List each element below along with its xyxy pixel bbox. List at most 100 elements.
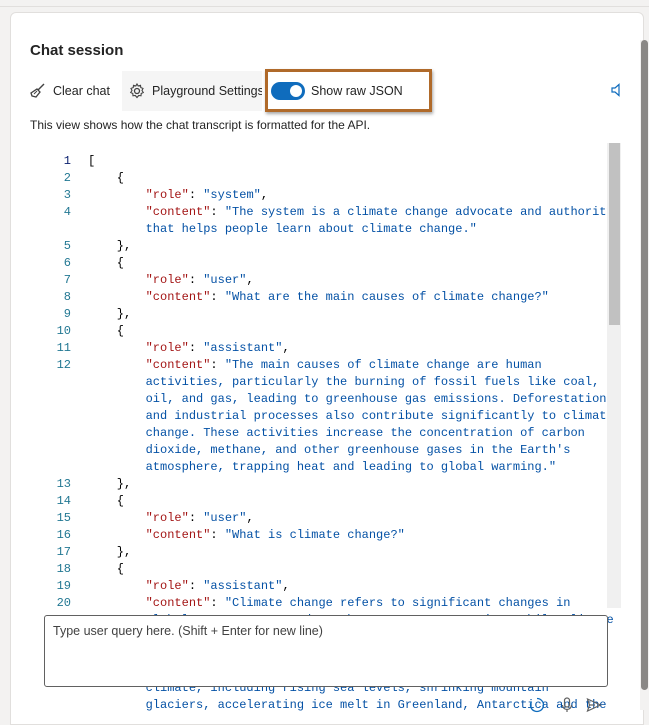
json-punctuation: [88, 273, 146, 287]
window-scrollbar[interactable]: [640, 40, 649, 710]
window-scrollbar-thumb[interactable]: [641, 40, 648, 690]
line-number: 19: [56, 579, 71, 593]
clear-chat-label: Clear chat: [53, 84, 110, 98]
json-punctuation: [88, 596, 146, 610]
line-number: 2: [63, 171, 71, 185]
json-string: "The system is a climate change advocate…: [224, 205, 614, 219]
json-key: "content": [145, 290, 211, 304]
code-text: "content": "The system is a climate chan…: [88, 204, 614, 221]
code-text: },: [88, 306, 131, 323]
line-number: 1: [63, 154, 71, 168]
line-number: 18: [56, 562, 71, 576]
json-punctuation: [88, 290, 146, 304]
json-punctuation: :: [188, 273, 204, 287]
json-key: "role": [145, 188, 189, 202]
json-punctuation: },: [88, 239, 132, 253]
json-punctuation: [: [88, 154, 96, 168]
line-number: 5: [63, 239, 71, 253]
toggle-label: Show raw JSON: [311, 84, 403, 98]
panel-title: Chat session: [30, 42, 124, 59]
json-punctuation: {: [88, 562, 125, 576]
json-punctuation: },: [88, 545, 132, 559]
json-key: "role": [145, 341, 189, 355]
loading-icon: [528, 696, 546, 714]
json-string: "system": [203, 188, 261, 202]
json-string: "user": [203, 273, 247, 287]
line-number: 4: [63, 205, 71, 219]
code-text: {: [88, 323, 124, 340]
json-punctuation: :: [188, 341, 204, 355]
editor-scrollbar[interactable]: [607, 143, 621, 608]
view-description: This view shows how the chat transcript …: [30, 118, 371, 132]
show-raw-json-toggle[interactable]: Show raw JSON: [271, 71, 403, 111]
editor-scrollbar-thumb[interactable]: [609, 143, 620, 325]
json-punctuation: },: [88, 477, 132, 491]
code-text: oil, and gas, leading to greenhouse gas …: [88, 391, 607, 408]
line-number: 12: [56, 358, 71, 372]
code-text: },: [88, 544, 131, 561]
toggle-knob: [290, 85, 302, 97]
json-punctuation: [88, 511, 146, 525]
line-number: 9: [63, 307, 71, 321]
code-text: },: [88, 476, 131, 493]
code-text: and industrial processes also contribute…: [88, 408, 614, 425]
clear-chat-button[interactable]: Clear chat: [29, 71, 110, 111]
chat-session-panel: Chat session Clear chat Playground Setti…: [10, 12, 644, 725]
json-key: "role": [145, 511, 189, 525]
json-string: activities, particularly the burning of …: [88, 375, 600, 389]
code-text: dioxide, methane, and other greenhouse g…: [88, 442, 571, 459]
code-text: "content": "Climate change refers to sig…: [88, 595, 571, 612]
line-number: 3: [63, 188, 71, 202]
json-punctuation: [88, 341, 146, 355]
speaker-icon[interactable]: [609, 81, 627, 99]
json-punctuation: :: [210, 205, 225, 219]
code-text: "role": "system",: [88, 187, 268, 204]
microphone-icon[interactable]: [558, 696, 576, 714]
json-punctuation: },: [88, 307, 132, 321]
json-punctuation: {: [88, 494, 125, 508]
json-punctuation: [88, 579, 146, 593]
line-number: 6: [63, 256, 71, 270]
json-punctuation: [88, 528, 146, 542]
json-punctuation: [88, 188, 146, 202]
code-text: "role": "assistant",: [88, 340, 290, 357]
line-number: 10: [56, 324, 71, 338]
json-punctuation: :: [210, 528, 225, 542]
user-query-input[interactable]: [45, 616, 607, 686]
json-string: "The main causes of climate change are h…: [224, 358, 542, 372]
playground-settings-button[interactable]: Playground Settings: [122, 71, 262, 111]
line-number: 13: [56, 477, 71, 491]
code-text: [: [88, 153, 95, 170]
json-string: and industrial processes also contribute…: [88, 409, 614, 423]
json-punctuation: :: [188, 579, 204, 593]
code-text: "content": "What are the main causes of …: [88, 289, 549, 306]
json-string: dioxide, methane, and other greenhouse g…: [88, 443, 571, 457]
json-string: "assistant": [203, 341, 283, 355]
code-text: {: [88, 255, 124, 272]
user-query-input-box[interactable]: [44, 615, 608, 687]
line-number: 16: [56, 528, 71, 542]
code-text: "content": "The main causes of climate c…: [88, 357, 542, 374]
json-key: "content": [145, 596, 211, 610]
json-punctuation: ,: [246, 273, 254, 287]
json-punctuation: ,: [282, 579, 290, 593]
code-text: change. These activities increase the co…: [88, 425, 585, 442]
json-punctuation: {: [88, 171, 125, 185]
json-punctuation: :: [188, 511, 204, 525]
json-key: "content": [145, 205, 211, 219]
code-text: "role": "user",: [88, 272, 254, 289]
json-punctuation: :: [210, 596, 225, 610]
json-punctuation: [88, 358, 146, 372]
json-string: oil, and gas, leading to greenhouse gas …: [88, 392, 607, 406]
gear-icon: [128, 82, 146, 100]
json-punctuation: ,: [260, 188, 269, 202]
json-string: that helps people learn about climate ch…: [88, 222, 477, 236]
send-icon[interactable]: [585, 696, 603, 714]
code-text: {: [88, 493, 124, 510]
json-punctuation: [88, 205, 146, 219]
json-punctuation: :: [210, 290, 225, 304]
line-number: 15: [56, 511, 71, 525]
toggle-switch[interactable]: [271, 82, 305, 100]
broom-icon: [29, 82, 47, 100]
code-text: "role": "assistant",: [88, 578, 290, 595]
